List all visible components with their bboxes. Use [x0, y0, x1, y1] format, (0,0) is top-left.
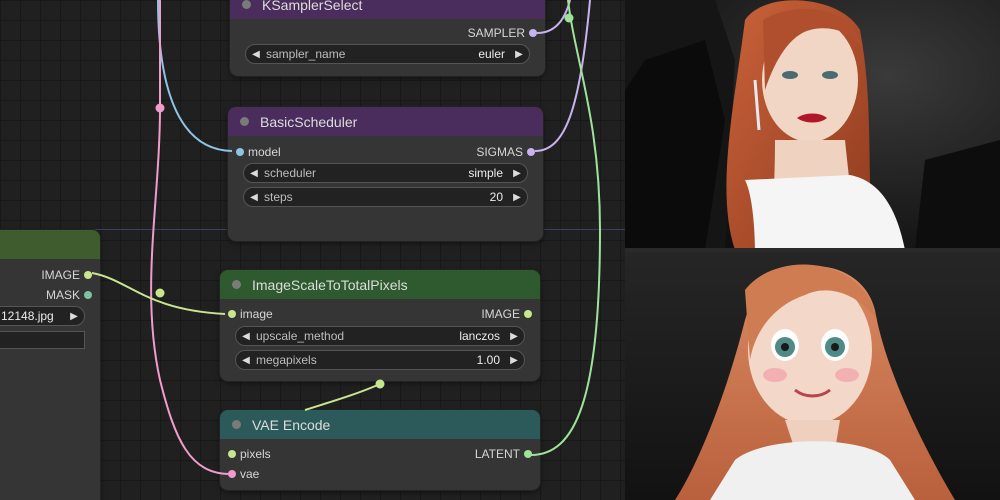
node-vae-encode[interactable]: VAE Encode pixels vae LATENT	[220, 410, 540, 490]
node-header[interactable]: BasicScheduler	[228, 107, 543, 136]
right-arrow-icon[interactable]: ▶	[507, 168, 527, 179]
widget-label: scheduler	[264, 166, 317, 180]
image-pin-icon[interactable]	[84, 271, 92, 279]
node-image-scale-to-total-pixels[interactable]: ImageScaleToTotalPixels image IMAGE ◀ up…	[220, 270, 540, 381]
slot-label: SAMPLER	[467, 26, 525, 40]
widget-sampler-name[interactable]: ◀ sampler_name euler ▶	[245, 44, 530, 64]
widget-value: lanczos	[459, 329, 500, 343]
image-pin-icon[interactable]	[524, 310, 532, 318]
cartoon-woman-image	[625, 250, 1000, 500]
node-title: BasicScheduler	[260, 113, 358, 130]
widget-upscale-method[interactable]: ◀ upscale_method lanczos ▶	[235, 326, 525, 346]
image-pin-icon[interactable]	[228, 310, 236, 318]
reroute-dot-latent	[564, 13, 574, 23]
node-header[interactable]: ImageScaleToTotalPixels	[220, 270, 540, 299]
widget-value: 20	[489, 190, 503, 204]
node-title: ImageScaleToTotalPixels	[252, 276, 408, 293]
slot-label: IMAGE	[481, 307, 520, 321]
wire-model	[157, 0, 233, 152]
right-arrow-icon[interactable]: ▶	[64, 311, 84, 322]
widget-label: sampler_name	[266, 47, 346, 61]
slot-label: LATENT	[474, 447, 520, 461]
pixels-pin-icon[interactable]	[228, 450, 236, 458]
upload-field[interactable]	[0, 331, 85, 349]
input-slot-pixels[interactable]: pixels	[228, 447, 271, 461]
slot-label: vae	[240, 467, 260, 481]
mask-pin-icon[interactable]	[84, 291, 92, 299]
slot-label: MASK	[45, 288, 80, 302]
right-arrow-icon[interactable]: ▶	[504, 331, 524, 342]
node-ksampler-select[interactable]: KSamplerSelect SAMPLER ◀ sampler_name eu…	[230, 0, 545, 76]
collapse-dot-icon[interactable]	[232, 280, 241, 289]
vae-pin-icon[interactable]	[228, 470, 236, 478]
slot-label: pixels	[240, 447, 271, 461]
widget-value: 1.00	[476, 353, 500, 367]
left-arrow-icon[interactable]: ◀	[246, 49, 266, 60]
right-arrow-icon[interactable]: ▶	[504, 355, 524, 366]
output-slot-sigmas[interactable]: SIGMAS	[476, 145, 535, 159]
node-header[interactable]	[0, 230, 100, 259]
right-arrow-icon[interactable]: ▶	[509, 49, 529, 60]
output-slot-image[interactable]: IMAGE	[41, 268, 92, 282]
model-pin-icon[interactable]	[236, 148, 244, 156]
node-load-image[interactable]: IMAGE MASK 12148.jpg ▶	[0, 230, 100, 500]
widget-value: euler	[478, 47, 505, 61]
output-slot-sampler[interactable]: SAMPLER	[468, 26, 537, 40]
widget-value: 12148.jpg	[1, 309, 54, 323]
widget-image-file[interactable]: 12148.jpg ▶	[0, 306, 85, 326]
reference-photo	[625, 0, 1000, 250]
input-slot-image[interactable]: image	[228, 307, 273, 321]
output-slot-mask[interactable]: MASK	[46, 288, 92, 302]
latent-pin-icon[interactable]	[524, 450, 532, 458]
reroute-dot-vae	[155, 103, 165, 113]
left-arrow-icon[interactable]: ◀	[244, 168, 264, 179]
widget-label: megapixels	[256, 353, 317, 367]
widget-value: simple	[468, 166, 503, 180]
widget-megapixels[interactable]: ◀ megapixels 1.00 ▶	[235, 350, 525, 370]
wire-image	[91, 272, 226, 315]
slot-label: SIGMAS	[476, 145, 523, 159]
wire-vae	[150, 0, 231, 475]
widget-label: upscale_method	[256, 329, 345, 343]
left-arrow-icon[interactable]: ◀	[236, 331, 256, 342]
reroute-dot-image	[155, 288, 165, 298]
input-slot-model[interactable]: model	[236, 145, 281, 159]
sigmas-pin-icon[interactable]	[527, 148, 535, 156]
input-slot-vae[interactable]: vae	[228, 467, 259, 481]
sampler-pin-icon[interactable]	[529, 29, 537, 37]
left-arrow-icon[interactable]: ◀	[244, 192, 264, 203]
node-title: VAE Encode	[252, 416, 331, 433]
node-header[interactable]: KSamplerSelect	[230, 0, 545, 19]
collapse-dot-icon[interactable]	[242, 0, 251, 9]
collapse-dot-icon[interactable]	[232, 420, 241, 429]
panel-divider	[625, 248, 1000, 252]
widget-steps[interactable]: ◀ steps 20 ▶	[243, 187, 528, 207]
output-slot-image[interactable]: IMAGE	[481, 307, 532, 321]
collapse-dot-icon[interactable]	[240, 117, 249, 126]
widget-label: steps	[264, 190, 293, 204]
node-basic-scheduler[interactable]: BasicScheduler model SIGMAS ◀ scheduler …	[228, 107, 543, 241]
node-header[interactable]: VAE Encode	[220, 410, 540, 439]
left-arrow-icon[interactable]: ◀	[236, 355, 256, 366]
widget-scheduler[interactable]: ◀ scheduler simple ▶	[243, 163, 528, 183]
node-graph-canvas[interactable]: KSamplerSelect SAMPLER ◀ sampler_name eu…	[0, 0, 625, 500]
slot-label: IMAGE	[41, 268, 80, 282]
right-arrow-icon[interactable]: ▶	[507, 192, 527, 203]
stylized-result-image	[625, 250, 1000, 500]
slot-label: model	[248, 145, 281, 159]
node-title: KSamplerSelect	[262, 0, 363, 13]
woman-photo-image	[625, 0, 1000, 250]
output-slot-latent[interactable]: LATENT	[475, 447, 532, 461]
wire-pixels	[304, 383, 381, 411]
slot-label: image	[240, 307, 273, 321]
